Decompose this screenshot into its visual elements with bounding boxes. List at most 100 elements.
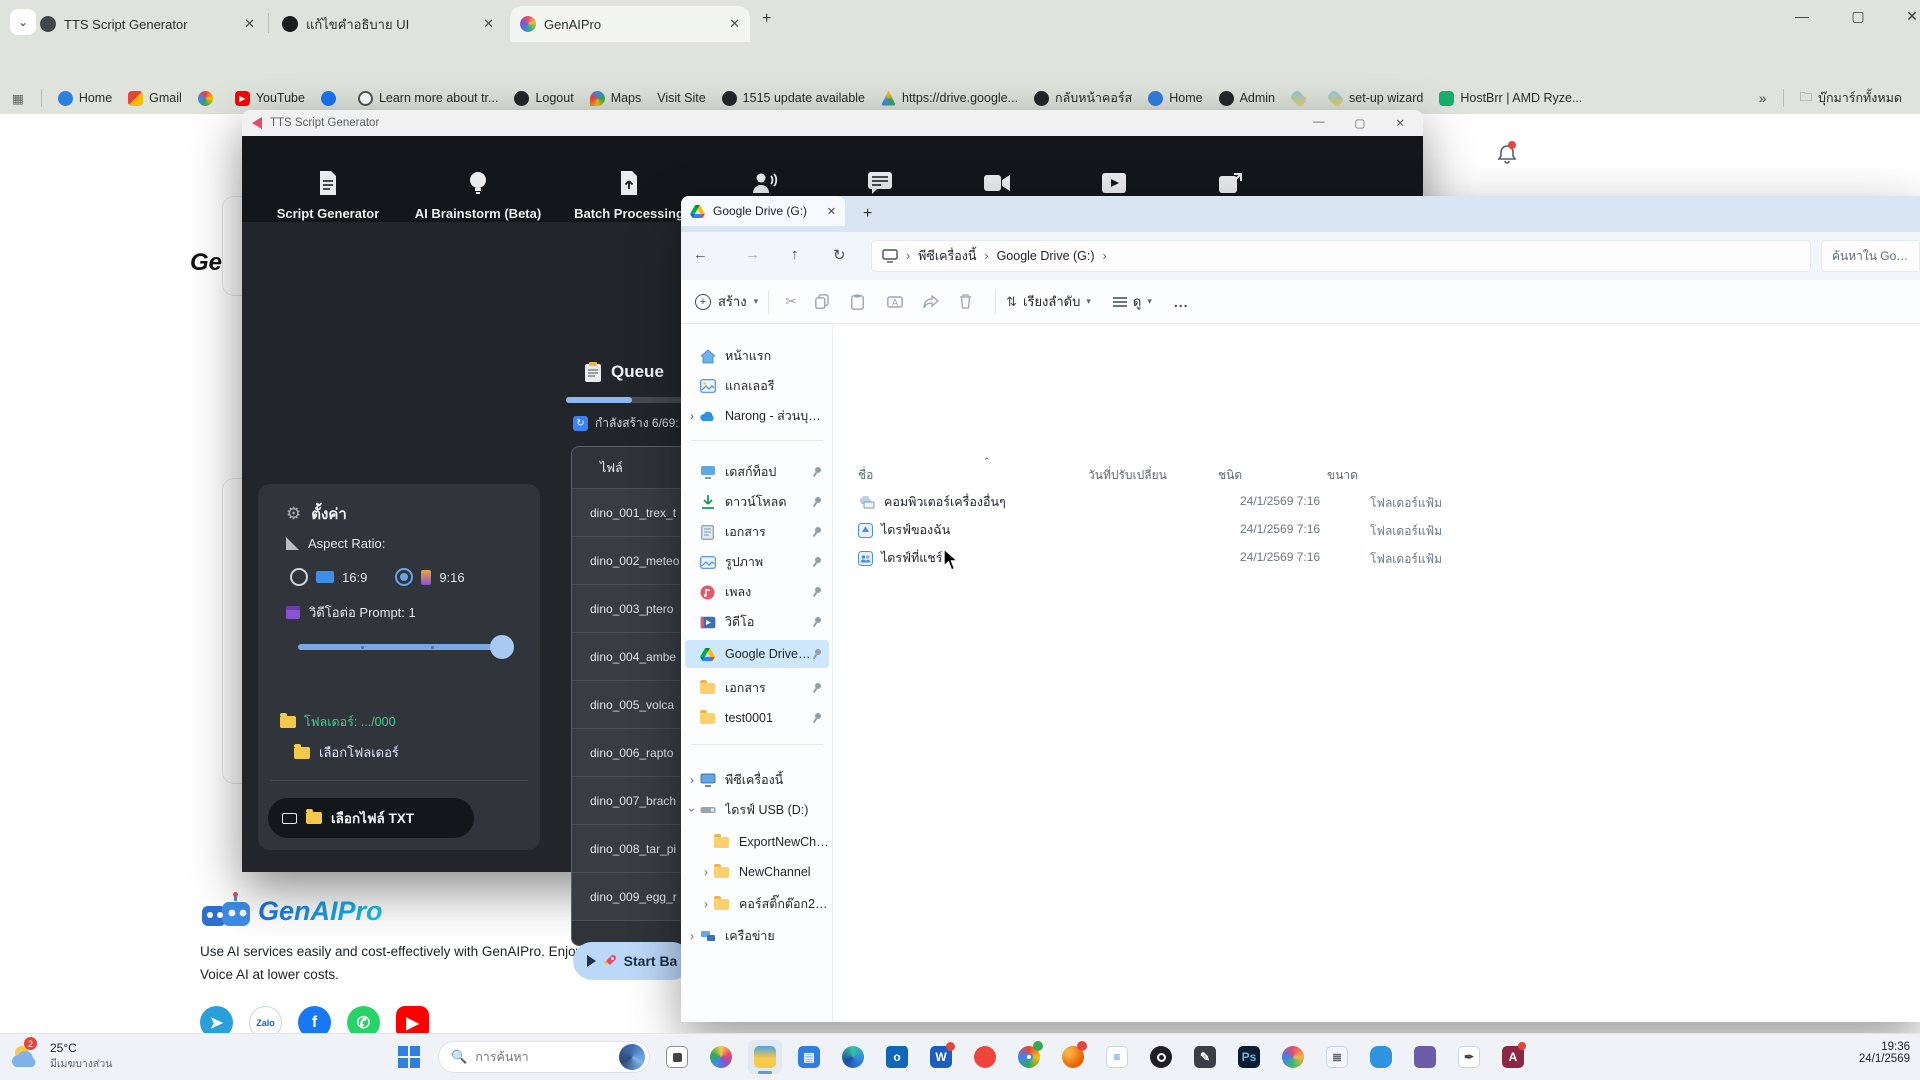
tab-script-generator[interactable]: Script Generator (253, 168, 403, 221)
bookmark-item[interactable]: Logout (514, 91, 573, 106)
search-input[interactable] (475, 1050, 605, 1064)
column-header-type[interactable]: ชนิด (1218, 466, 1242, 485)
bookmark-item[interactable]: Home (1148, 91, 1202, 106)
breadcrumb-current[interactable]: Google Drive (G:) (997, 249, 1095, 263)
file-row[interactable]: คอมพิวเตอร์เครื่องอื่นๆ (858, 492, 1006, 512)
sidebar-item-downloads[interactable]: ดาวน์โหลด (685, 488, 829, 516)
sort-button[interactable]: ⇅ เรียงลำดับ ▾ (1006, 291, 1091, 312)
bookmark-item[interactable]: กลับหน้าคอร์ส (1034, 88, 1132, 108)
file-row[interactable]: ไดรฟ์ที่แชร์ (858, 548, 942, 568)
firefox-icon[interactable] (1056, 1040, 1090, 1074)
expand-icon[interactable]: › (685, 929, 699, 943)
tts-minimize-icon[interactable]: — (1313, 116, 1325, 130)
refresh-icon[interactable]: ↻ (833, 246, 846, 264)
breadcrumb-this-pc[interactable]: พีซีเครื่องนี้ (918, 246, 976, 266)
weather-widget[interactable]: 2 25°C มีเมฆบางส่วน (8, 1039, 112, 1073)
explorer-search-box[interactable]: ค้นหาใน Google (1821, 240, 1920, 272)
onlyoffice-icon[interactable]: ≡ (1100, 1040, 1134, 1074)
tts-title-bar[interactable]: TTS Script Generator — ▢ ✕ (242, 110, 1423, 136)
all-bookmarks-button[interactable]: 🗀บุ๊กมาร์กทั้งหมด (1800, 88, 1903, 109)
tab-close-icon[interactable]: ✕ (236, 16, 255, 32)
bookmark-item[interactable]: Gmail (128, 91, 182, 106)
new-tab-button[interactable]: + (762, 10, 771, 28)
bookmark-item[interactable]: ▶YouTube (235, 91, 305, 106)
paste-icon[interactable] (851, 294, 875, 310)
sidebar-item-documents[interactable]: เอกสาร (685, 518, 829, 546)
back-icon[interactable]: ← (693, 246, 708, 263)
sidebar-item-test0001[interactable]: test0001 (685, 704, 829, 732)
expand-icon[interactable]: › (699, 897, 713, 911)
tab-ai-brainstorm[interactable]: AI Brainstorm (Beta) (403, 168, 553, 221)
bookmark-item[interactable]: Learn more about tr... (358, 91, 499, 106)
ratio-16-9-radio[interactable] (290, 568, 308, 586)
expand-icon[interactable]: › (699, 865, 713, 879)
expand-icon[interactable]: › (685, 773, 699, 787)
taskbar-clock[interactable]: 19:36 24/1/2569 (1859, 1041, 1910, 1065)
forward-icon[interactable]: → (745, 246, 760, 263)
start-batch-button[interactable]: Start Ba (573, 942, 691, 980)
sidebar-item-network[interactable]: ›เครือข่าย (685, 922, 829, 950)
outlook-icon[interactable]: o (880, 1040, 914, 1074)
notification-bell-icon[interactable] (1497, 144, 1517, 166)
browser-tab[interactable]: แก้ไขคำอธิบาย UI ✕ (272, 6, 504, 42)
bookmark-item[interactable]: HostBrr | AMD Ryze... (1439, 91, 1582, 106)
start-button[interactable] (392, 1040, 426, 1074)
tts-maximize-icon[interactable]: ▢ (1354, 116, 1365, 130)
tab-close-icon[interactable]: ✕ (475, 16, 494, 32)
window-minimize-button[interactable]: — (1782, 8, 1822, 24)
notepad-icon[interactable]: ≣ (1320, 1040, 1354, 1074)
chrome-icon[interactable] (1012, 1040, 1046, 1074)
window-maximize-button[interactable]: ▢ (1838, 8, 1878, 25)
access-icon[interactable]: A (1496, 1040, 1530, 1074)
edge-icon[interactable] (836, 1040, 870, 1074)
browser-icon[interactable] (1276, 1040, 1310, 1074)
column-header-size[interactable]: ขนาด (1327, 466, 1358, 485)
sidebar-item-pictures[interactable]: รูปภาพ (685, 548, 829, 576)
choose-folder-button[interactable]: เลือกโฟลเดอร์ (294, 742, 399, 763)
more-options-icon[interactable]: ... (1174, 294, 1189, 310)
explorer-tab[interactable]: Google Drive (G:) ✕ (681, 196, 845, 226)
photoshop-icon[interactable]: Ps (1232, 1040, 1266, 1074)
sidebar-item-tiktok-course[interactable]: ›คอร์สติ๊กต๊อก2026 (685, 890, 829, 918)
expand-icon[interactable]: › (685, 409, 699, 423)
bookmark-item[interactable]: https://drive.google... (881, 91, 1018, 106)
bookmark-item[interactable]: Visit Site (657, 91, 705, 105)
bookmark-item[interactable]: set-up wizard (1328, 91, 1423, 105)
sidebar-item-home[interactable]: หน้าแรก (685, 342, 829, 370)
onedrive-icon[interactable] (1364, 1040, 1398, 1074)
sidebar-item-google-drive[interactable]: Google Drive (G:) (685, 640, 829, 668)
sidebar-item-onedrive[interactable]: ›Narong - ส่วนบุคคล (685, 402, 829, 430)
up-icon[interactable]: ↑ (791, 246, 799, 263)
sidebar-item-exportnewchanel[interactable]: ExportNewChanel (685, 828, 829, 856)
bookmark-item[interactable] (321, 91, 342, 106)
obs-studio-icon[interactable] (1144, 1040, 1178, 1074)
cut-icon[interactable]: ✂ (779, 293, 803, 310)
sidebar-item-this-pc[interactable]: ›พีซีเครื่องนี้ (685, 766, 829, 794)
bookmark-item[interactable] (1291, 93, 1312, 104)
microsoft-store-icon[interactable]: ▤ (792, 1040, 826, 1074)
bookmark-item[interactable]: 1515 update available (722, 91, 865, 106)
anydesk-icon[interactable] (968, 1040, 1002, 1074)
column-header-date[interactable]: วันที่ปรับเปลี่ยน (1088, 466, 1167, 485)
new-button[interactable]: + สร้าง ▾ (695, 291, 758, 312)
bookmark-item[interactable] (198, 91, 219, 106)
sidebar-item-usb-drive[interactable]: ›ไดรฟ์ USB (D:) (685, 796, 829, 824)
copy-icon[interactable] (815, 294, 839, 309)
search-highlight-image[interactable] (619, 1044, 645, 1070)
task-view-icon[interactable] (660, 1040, 694, 1074)
file-explorer-icon[interactable] (748, 1040, 782, 1074)
window-close-button[interactable]: ✕ (1892, 8, 1920, 25)
sidebar-item-videos[interactable]: วิดีโอ (685, 608, 829, 636)
view-button[interactable]: ดู ▾ (1113, 291, 1152, 312)
file-row[interactable]: ไดรฟ์ของฉัน (858, 520, 950, 540)
sidebar-item-folder-documents[interactable]: เอกสาร (685, 674, 829, 702)
tts-close-icon[interactable]: ✕ (1395, 116, 1405, 130)
pen-icon[interactable]: ✒ (1452, 1040, 1486, 1074)
sidebar-item-desktop[interactable]: เดสก์ท็อป (685, 458, 829, 486)
sidebar-item-newchannel[interactable]: ›NewChannel (685, 858, 829, 886)
tab-close-icon[interactable]: ✕ (721, 16, 740, 32)
explorer-new-tab-icon[interactable]: + (863, 205, 872, 223)
tab-export[interactable] (1156, 168, 1306, 198)
ratio-9-16-radio[interactable] (395, 568, 413, 586)
breadcrumb[interactable]: › พีซีเครื่องนี้ › Google Drive (G:) › (871, 240, 1811, 272)
